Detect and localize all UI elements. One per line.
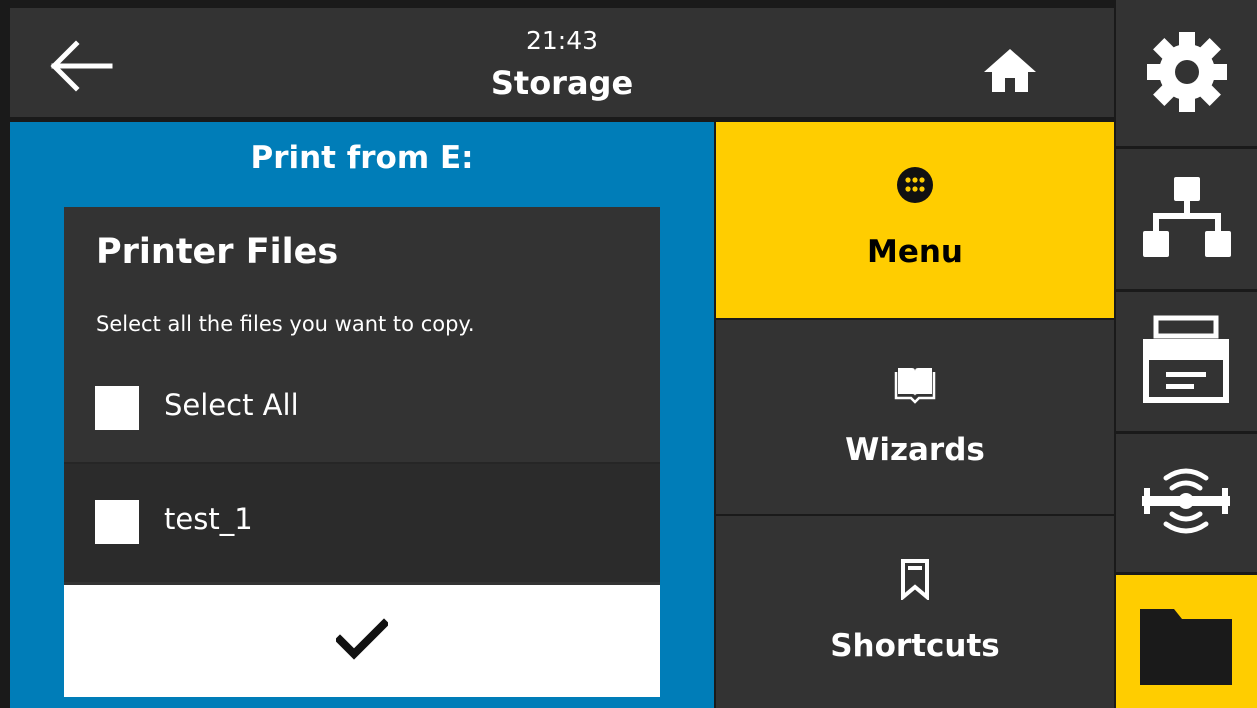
folder-icon bbox=[1140, 609, 1232, 685]
nav-shortcuts-label: Shortcuts bbox=[830, 628, 1000, 664]
confirm-button[interactable] bbox=[64, 585, 660, 697]
page-title: Storage bbox=[490, 64, 634, 102]
sidebar-item-network[interactable] bbox=[1116, 149, 1257, 289]
sidebar-item-storage[interactable] bbox=[1116, 575, 1257, 708]
nav-menu-label: Menu bbox=[866, 234, 963, 270]
network-icon bbox=[1143, 177, 1231, 257]
dialog-title: Print from E: bbox=[250, 140, 474, 176]
file-name: test_1 bbox=[164, 502, 253, 536]
sidebar-item-rfid[interactable] bbox=[1116, 434, 1257, 572]
sidebar-item-print[interactable] bbox=[1116, 292, 1257, 431]
sidebar-item-settings[interactable] bbox=[1116, 0, 1257, 146]
header-bar: 21:43 Storage bbox=[10, 8, 1114, 117]
select-all-row[interactable]: Select All bbox=[64, 350, 660, 462]
file-checkbox[interactable] bbox=[95, 500, 139, 544]
panel-title: Printer Files bbox=[96, 232, 339, 272]
home-button[interactable] bbox=[982, 46, 1038, 94]
file-row[interactable]: test_1 bbox=[64, 464, 660, 582]
checkmark-icon bbox=[336, 618, 388, 660]
menu-grid-icon bbox=[897, 167, 933, 203]
nav-wizards-label: Wizards bbox=[845, 432, 985, 468]
panel-description: Select all the files you want to copy. bbox=[96, 312, 475, 336]
home-icon bbox=[984, 49, 1036, 92]
bookmark-icon bbox=[901, 559, 929, 600]
printer-icon bbox=[1143, 315, 1229, 403]
select-all-checkbox[interactable] bbox=[95, 386, 139, 430]
clock-time: 21:43 bbox=[525, 26, 599, 55]
book-icon bbox=[894, 368, 936, 404]
nav-shortcuts[interactable]: Shortcuts bbox=[716, 516, 1114, 708]
nav-wizards[interactable]: Wizards bbox=[716, 320, 1114, 514]
select-all-label: Select All bbox=[164, 388, 299, 422]
nav-menu[interactable]: Menu bbox=[716, 122, 1114, 318]
printer-screen: 21:43 Storage Print from E: Printer File… bbox=[0, 0, 1257, 708]
rfid-icon bbox=[1142, 468, 1230, 534]
gear-icon bbox=[1147, 32, 1227, 112]
